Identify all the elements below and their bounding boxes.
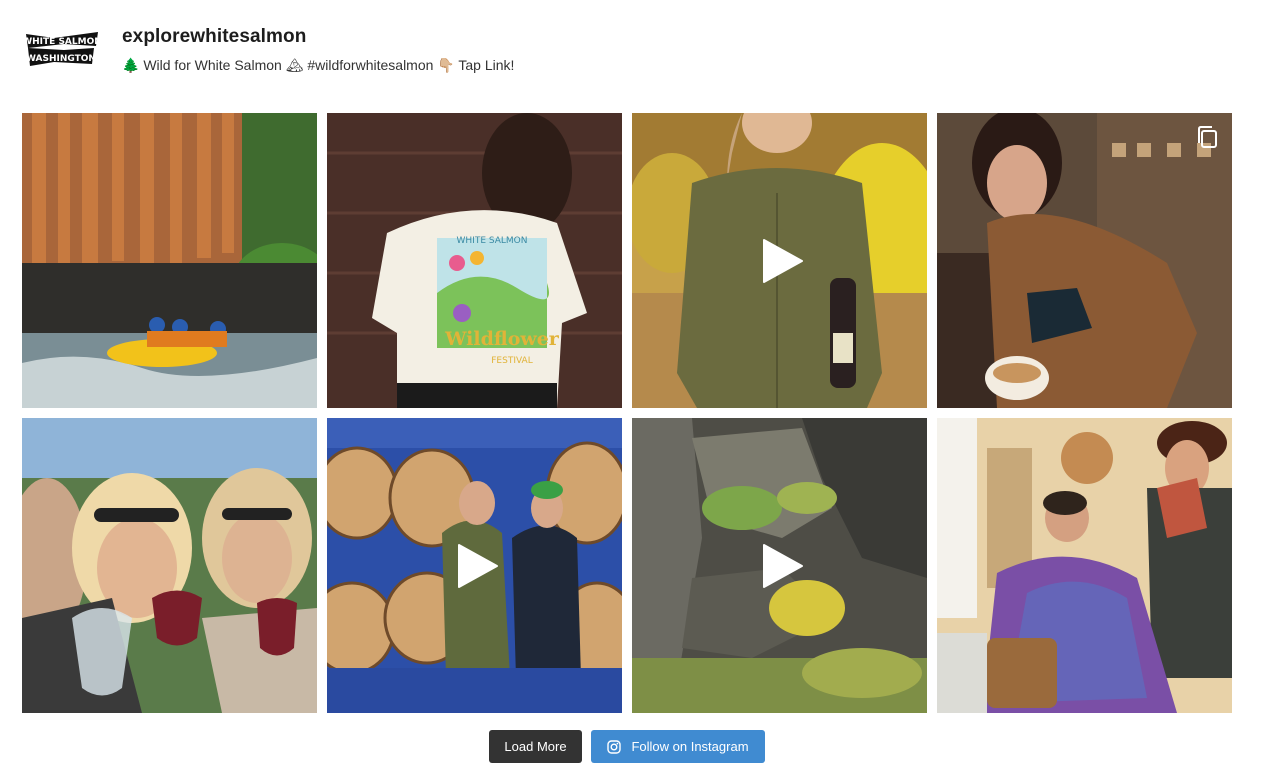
post-grid: WHITE SALMON Wildflower FESTIVAL: [22, 113, 1232, 713]
post-tile-rockface[interactable]: [632, 418, 927, 713]
post-tile-tshirt[interactable]: WHITE SALMON Wildflower FESTIVAL: [327, 113, 622, 408]
follow-button-label: Follow on Instagram: [631, 739, 749, 754]
load-more-button[interactable]: Load More: [489, 730, 582, 763]
post-tile-barrels[interactable]: [327, 418, 622, 713]
logo-icon: WHITE SALMON WASHINGTON: [24, 32, 100, 66]
post-image: WHITE SALMON Wildflower FESTIVAL: [327, 113, 622, 408]
logo-text-line2: WASHINGTON: [26, 54, 96, 64]
post-tile-barista[interactable]: [937, 113, 1232, 408]
follow-on-instagram-button[interactable]: Follow on Instagram: [591, 730, 765, 763]
post-tile-toast[interactable]: [22, 418, 317, 713]
profile-avatar[interactable]: WHITE SALMON WASHINGTON: [22, 24, 102, 72]
shirt-text-top: WHITE SALMON: [457, 236, 528, 246]
shirt-text-bottom: Wildflower: [444, 328, 560, 350]
play-icon: [457, 543, 498, 588]
instagram-feed: WHITE SALMON WASHINGTON explorewhitesalm…: [0, 0, 1262, 769]
profile-bio: 🌲 Wild for White Salmon 🏔 #wildforwhites…: [122, 57, 515, 73]
logo-text-line1: WHITE SALMON: [24, 37, 100, 47]
post-image: [937, 418, 1232, 713]
post-image: [937, 113, 1232, 408]
feed-header: WHITE SALMON WASHINGTON explorewhitesalm…: [22, 24, 514, 84]
play-icon: [762, 543, 803, 588]
feed-footer: Load More Follow on Instagram: [489, 730, 765, 763]
post-image: [22, 113, 317, 408]
post-tile-vineyard[interactable]: [632, 113, 927, 408]
shirt-text-small: FESTIVAL: [491, 356, 532, 366]
post-tile-rafting[interactable]: [22, 113, 317, 408]
post-image: [22, 418, 317, 713]
carousel-icon: [1198, 126, 1217, 148]
profile-username[interactable]: explorewhitesalmon: [122, 26, 514, 48]
instagram-icon: [607, 739, 622, 754]
header-text: explorewhitesalmon 🌲 Wild for White Salm…: [122, 24, 514, 74]
post-tile-barber[interactable]: [937, 418, 1232, 713]
play-icon: [762, 238, 803, 283]
